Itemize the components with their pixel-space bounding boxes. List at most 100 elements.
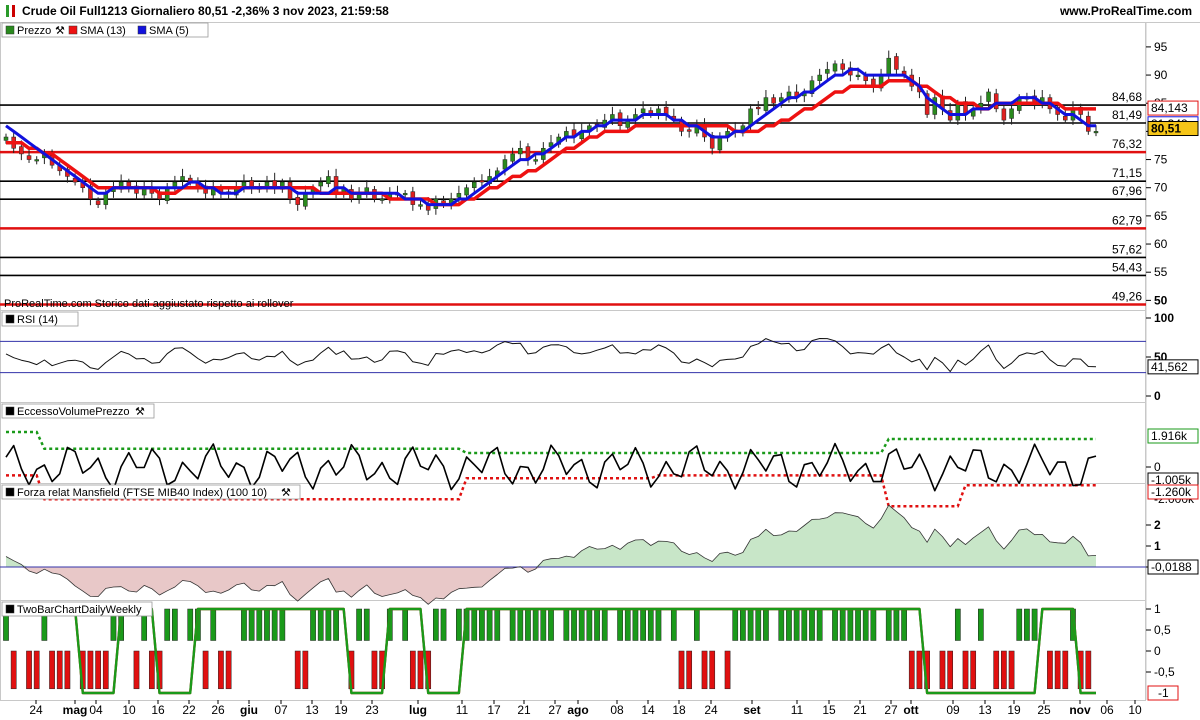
- twobar-down-bar: [1047, 650, 1053, 690]
- twobar-down-bar: [202, 650, 209, 690]
- twobar-up-bar: [624, 608, 631, 641]
- legends: Prezzo ⚒ SMA (13) SMA (5) RSI (14) EccessoVol…: [1, 22, 301, 617]
- twobar-up-bar: [310, 608, 316, 641]
- twobar-up-bar: [494, 608, 501, 641]
- twobar-up-bar: [839, 608, 846, 641]
- twobar-down-bar: [916, 650, 923, 690]
- candle-body: [756, 106, 761, 110]
- legend-swatch: [137, 25, 147, 35]
- twobar-down-bar: [26, 650, 32, 690]
- price-tick-label: 95: [1154, 40, 1168, 54]
- legend-twobar-label: TwoBarChartDailyWeekly: [17, 604, 142, 616]
- twobar-up-bar: [747, 608, 754, 641]
- x-tick-label: 16: [151, 703, 165, 717]
- price-tick-label: 50: [1154, 293, 1168, 307]
- mansfield-negative-area: [6, 567, 1096, 605]
- twobar-down-bar: [371, 650, 378, 690]
- twobar-down-bar: [962, 650, 969, 690]
- price-panel[interactable]: 9590858075706560555084,6881,4976,3271,15…: [0, 40, 1199, 310]
- price-badge-label: 84,143: [1151, 101, 1188, 115]
- level-label: 54,43: [1112, 260, 1142, 274]
- level-label: 76,32: [1112, 137, 1142, 151]
- rsi-value-label: 41,562: [1151, 360, 1188, 374]
- x-tick-label: 24: [29, 703, 43, 717]
- twobar-down-bar: [947, 650, 954, 690]
- candle-body: [464, 187, 469, 196]
- twobar-up-bar: [479, 608, 485, 641]
- candle-body: [986, 91, 991, 102]
- rsi-panel[interactable]: 10050041,562: [0, 311, 1199, 403]
- level-label: 84,68: [1112, 90, 1142, 104]
- candle-body: [640, 108, 646, 114]
- twobar-up-bar: [786, 608, 792, 641]
- evp-tick-label: 0: [1154, 460, 1161, 474]
- twobar-down-bar: [148, 650, 155, 690]
- x-axis: 24 mag 04 10 16 22 26 giu 07 13 19 23 lug 11 17 21 27 ago…: [29, 700, 1142, 717]
- x-tick-label: 23: [365, 703, 379, 717]
- candle-body: [518, 148, 523, 155]
- x-tick-label: 11: [791, 703, 804, 717]
- candle-body: [686, 129, 692, 132]
- panel-frame: [0, 22, 1146, 311]
- x-tick-label: nov: [1069, 703, 1091, 717]
- twobar-up-bar: [540, 608, 547, 641]
- price-tick-label: 75: [1154, 153, 1168, 167]
- twobar-up-bar: [755, 608, 762, 641]
- candle-body: [1009, 108, 1014, 119]
- twobar-tick-label: -0,5: [1154, 665, 1175, 679]
- twobar-up-bar: [601, 608, 608, 641]
- candle-body: [333, 176, 339, 194]
- twobar-panel[interactable]: 1 0,5 0 -0,5 -1: [3, 602, 1179, 701]
- twobar-up-bar: [532, 608, 539, 641]
- evp-upper-band: [6, 430, 1096, 455]
- x-tick-label: 09: [946, 703, 960, 717]
- twobar-up-bar: [617, 608, 623, 641]
- wrench-icon: ⚒: [281, 487, 291, 499]
- wrench-icon: ⚒: [55, 25, 65, 37]
- twobar-up-bar: [778, 608, 785, 641]
- evp-badge-label: 1.916k: [1151, 429, 1188, 443]
- mansfield-positive-area: [6, 505, 1096, 567]
- candle-body: [295, 197, 300, 205]
- candle-body: [763, 97, 769, 111]
- x-tick-label: 19: [1007, 703, 1021, 717]
- x-tick-label: 24: [704, 703, 718, 717]
- candle-body: [19, 146, 24, 155]
- legend-rsi-label: RSI (14): [17, 314, 58, 326]
- x-tick-label: 13: [978, 703, 992, 717]
- candle-body: [418, 204, 423, 207]
- twobar-down-bar: [102, 650, 109, 690]
- twobar-up-bar: [632, 608, 639, 641]
- twobar-up-bar: [1024, 608, 1030, 641]
- twobar-up-bar: [901, 608, 907, 641]
- candle-body: [402, 193, 408, 196]
- x-tick-label: 27: [548, 703, 562, 717]
- twobar-up-bar: [517, 608, 524, 641]
- twobar-down-bar: [1001, 650, 1007, 690]
- level-label: 67,96: [1112, 184, 1142, 198]
- twobar-down-bar: [939, 650, 946, 690]
- candle-body: [1001, 108, 1007, 121]
- legend-swatch: [68, 25, 78, 35]
- twobar-up-bar: [333, 608, 339, 641]
- candle-body: [1093, 131, 1099, 134]
- x-tick-label: set: [743, 703, 760, 717]
- twobar-tick-label: 0,5: [1154, 623, 1171, 637]
- candle-body: [1063, 115, 1068, 121]
- mansfield-panel[interactable]: 210-0,0188: [0, 504, 1199, 605]
- twobar-up-bar: [402, 608, 409, 641]
- twobar-down-bar: [1054, 650, 1061, 690]
- x-tick-label: 26: [211, 703, 225, 717]
- twobar-down-bar: [225, 650, 232, 690]
- twobar-up-bar: [456, 608, 462, 641]
- twobar-down-bar: [133, 650, 140, 690]
- chart-canvas[interactable]: 9590858075706560555084,6881,4976,3271,15…: [0, 0, 1200, 720]
- twobar-down-bar: [10, 650, 17, 690]
- panel-frame: [0, 402, 1146, 484]
- twobar-up-bar: [640, 608, 646, 641]
- twobar-up-bar: [433, 608, 439, 641]
- watermark-text: ProRealTime.com Storico dati aggiustato …: [4, 298, 294, 310]
- candle-body: [456, 193, 462, 198]
- twobar-up-bar: [271, 608, 278, 641]
- x-tick-label: 13: [305, 703, 319, 717]
